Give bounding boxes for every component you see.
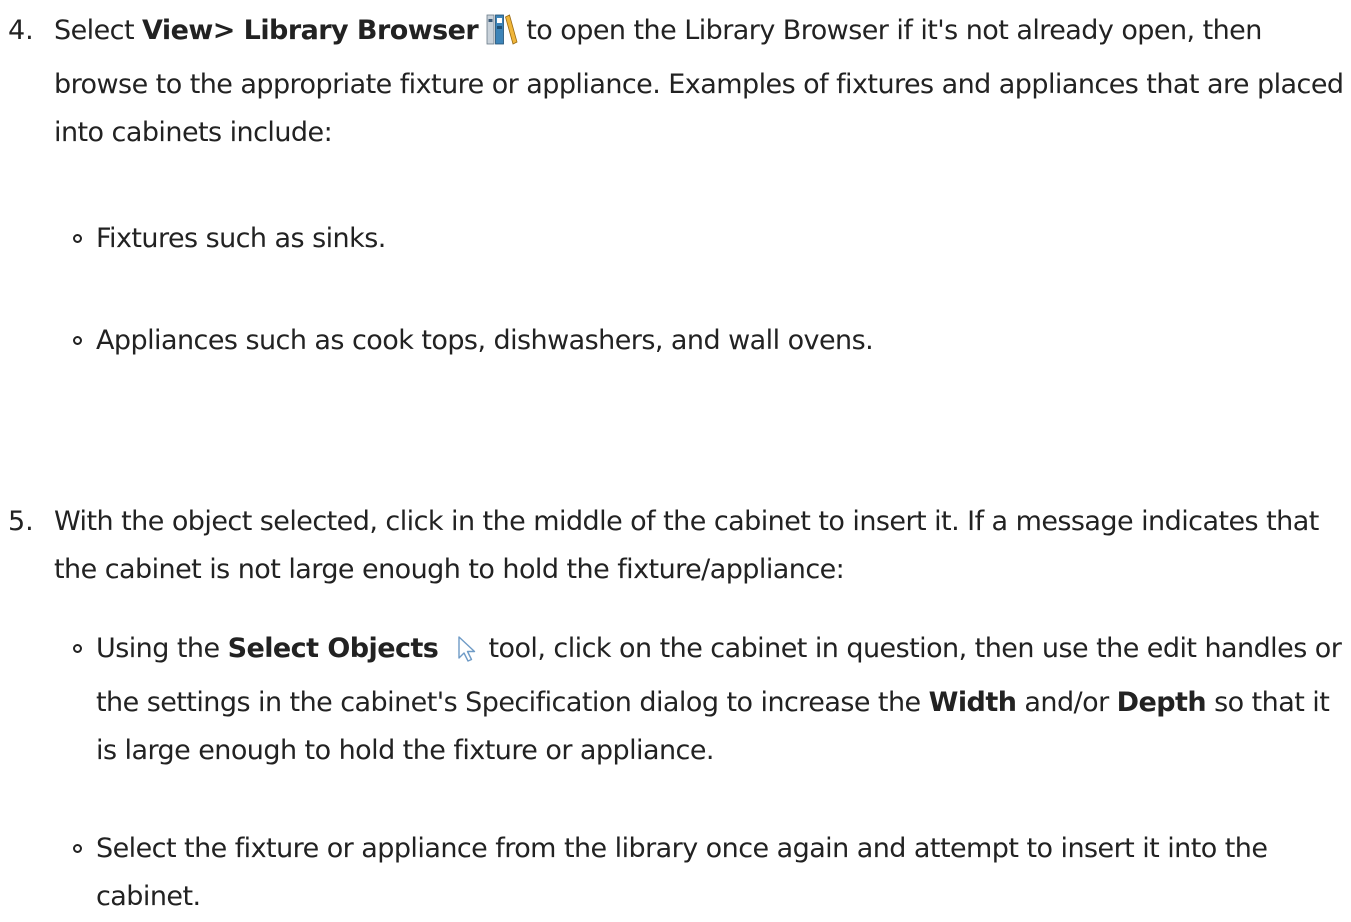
- bullet-marker: [73, 234, 82, 243]
- step-text: With the object selected, click in the m…: [54, 506, 1319, 585]
- library-browser-icon: [486, 13, 518, 61]
- bullet-marker: [73, 336, 82, 345]
- step-text: Select View> Library Browser to open the…: [54, 13, 1344, 148]
- bullet-marker: [73, 844, 82, 853]
- instructions-document: 4. Select View> Library Browser to open …: [0, 0, 1351, 922]
- step-number: 4.: [8, 15, 34, 46]
- select-objects-arrow-icon: [454, 631, 480, 679]
- tool-name: Select Objects: [227, 633, 439, 664]
- step-number: 5.: [8, 506, 34, 537]
- menu-path: View> Library Browser: [142, 15, 479, 46]
- bullet-marker: [73, 644, 82, 653]
